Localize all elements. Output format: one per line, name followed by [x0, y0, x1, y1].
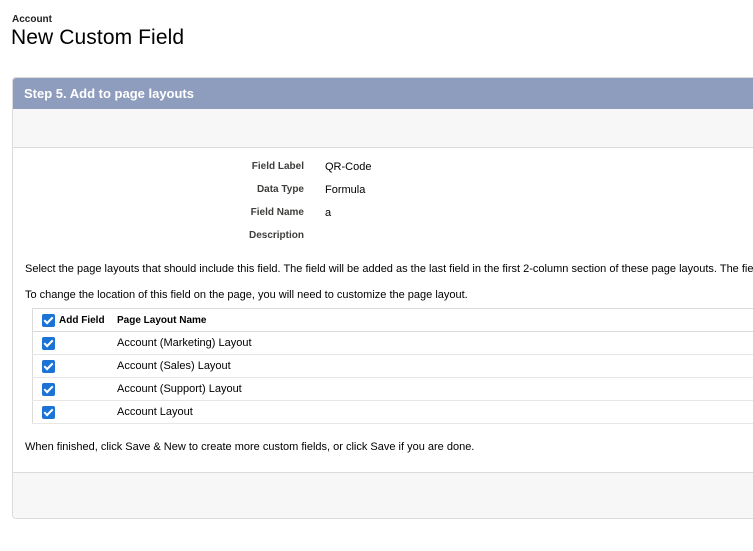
description-label: Description: [248, 230, 304, 241]
add-field-column-header: Add Field: [32, 308, 111, 332]
layout-checkbox[interactable]: [42, 336, 55, 350]
data-type-label: Data Type: [256, 184, 304, 195]
layout-name: Account (Sales) Layout: [111, 354, 753, 378]
layout-checkbox[interactable]: [42, 359, 55, 373]
select-all-checkbox[interactable]: [42, 313, 55, 327]
layout-checkbox[interactable]: [42, 405, 55, 419]
top-button-bar: [13, 109, 753, 148]
layout-name: Account (Marketing) Layout: [111, 331, 753, 355]
table-header-row: Add Field Page Layout Name: [32, 308, 753, 332]
table-row: Account (Marketing) Layout: [32, 331, 753, 355]
step-panel: Step 5. Add to page layouts Field Label …: [12, 77, 753, 519]
layout-name: Account (Support) Layout: [111, 377, 753, 401]
page-layout-name-header: Page Layout Name: [111, 308, 753, 332]
bottom-button-bar: [13, 472, 753, 518]
page-title: New Custom Field: [11, 26, 185, 49]
field-name-label: Field Name: [250, 207, 304, 218]
field-name-value: a: [325, 207, 332, 219]
page-layouts-table: Add Field Page Layout Name Account (Mark…: [32, 308, 753, 424]
table-row: Account (Support) Layout: [32, 377, 753, 401]
layout-name: Account Layout: [111, 400, 753, 424]
layout-checkbox[interactable]: [42, 382, 55, 396]
table-row: Account (Sales) Layout: [32, 354, 753, 378]
field-label-label: Field Label: [251, 161, 304, 172]
data-type-value: Formula: [325, 184, 366, 196]
instructions-text: Select the page layouts that should incl…: [25, 263, 753, 275]
layout-location-text: To change the location of this field on …: [25, 289, 468, 301]
step-header: Step 5. Add to page layouts: [13, 78, 753, 109]
finish-instructions-text: When finished, click Save & New to creat…: [25, 441, 475, 453]
add-field-header-label: Add Field: [59, 314, 105, 326]
table-row: Account Layout: [32, 400, 753, 424]
breadcrumb: Account: [12, 14, 52, 25]
field-label-value: QR-Code: [325, 161, 372, 173]
